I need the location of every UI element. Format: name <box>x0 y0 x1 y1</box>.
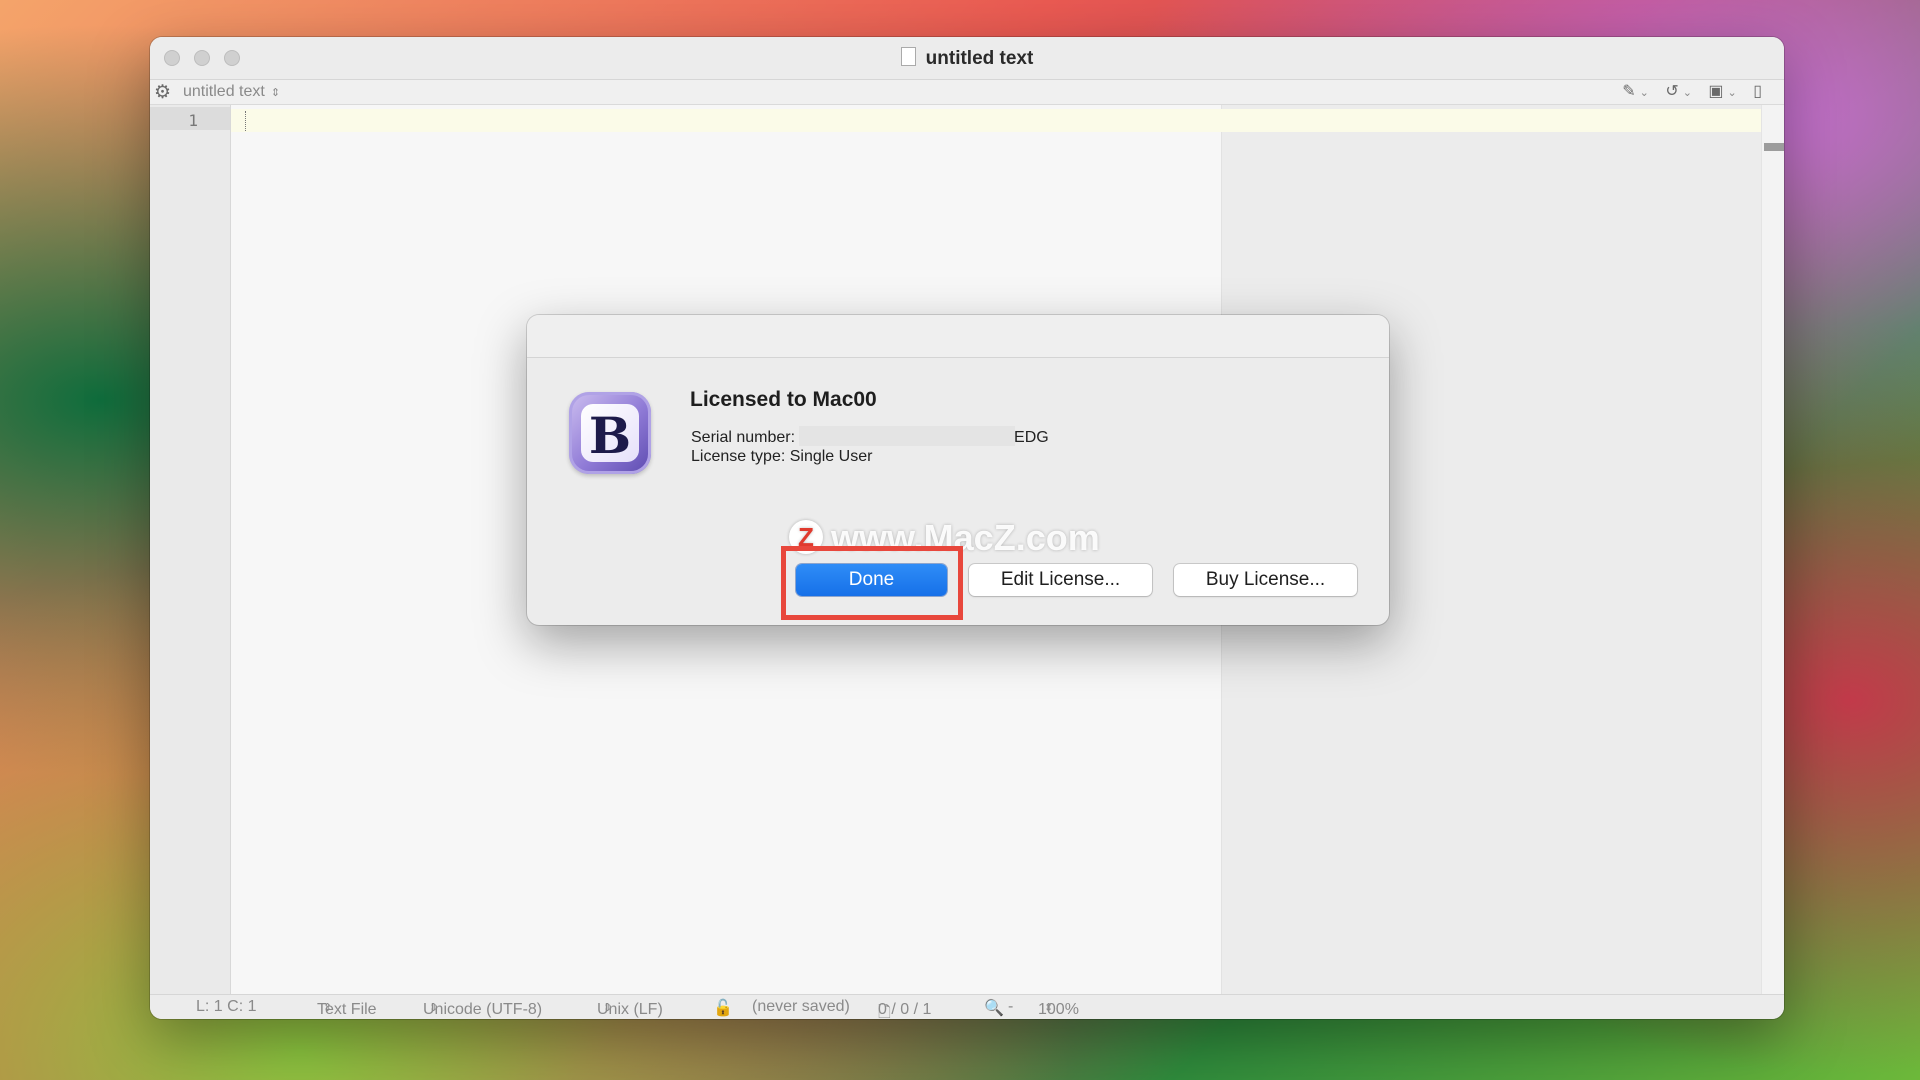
scrollbar-thumb[interactable] <box>1764 143 1784 151</box>
vertical-scrollbar[interactable] <box>1761 105 1784 995</box>
current-line-highlight <box>231 109 1762 132</box>
document-selector-label: untitled text <box>183 83 265 100</box>
line-number: 1 <box>188 111 198 130</box>
chevron-down-icon: ⌄ <box>1727 87 1737 99</box>
document-selector[interactable]: untitled text ⇕ <box>183 83 280 101</box>
annotation-highlight-box <box>781 546 963 620</box>
updown-icon: ⇕ <box>429 1002 439 1014</box>
navigation-bar: ⚙ untitled text ⇕ ✎ ⌄ ↺ ⌄ ▣ ⌄ ▯ <box>150 80 1784 105</box>
gear-icon[interactable]: ⚙ <box>154 81 171 104</box>
serial-number-redacted <box>799 426 1016 446</box>
new-document-icon[interactable]: ▯ <box>1753 83 1762 100</box>
stack-icon[interactable]: ▣ ⌄ <box>1708 83 1736 100</box>
cursor-position[interactable]: L: 1 C: 1 <box>196 998 256 1016</box>
document-icon <box>900 47 916 66</box>
chevron-down-icon: ⌄ <box>1682 87 1692 99</box>
encoding-label: Unicode (UTF-8) <box>423 1001 543 1018</box>
zoom-out-button[interactable]: - <box>1008 998 1013 1016</box>
text-caret <box>245 111 247 131</box>
serial-number-label: Serial number: <box>691 429 796 446</box>
updown-icon: ⇕ <box>603 1002 613 1014</box>
dialog-header <box>527 315 1389 358</box>
window-title: untitled text <box>150 47 1784 70</box>
history-icon[interactable]: ↺ ⌄ <box>1665 83 1692 100</box>
updown-icon: ⇕ <box>270 87 281 99</box>
app-icon-letter: B <box>588 406 632 465</box>
lock-icon[interactable]: 🔓 <box>713 998 733 1018</box>
document-counts-value: 0 / 0 / 1 <box>878 1001 932 1018</box>
zoom-icon[interactable]: 🔍 <box>984 998 1004 1018</box>
updown-icon: ⇕ <box>1044 1002 1054 1014</box>
app-icon-inner: B <box>581 404 639 465</box>
license-type: License type: Single User <box>691 448 873 465</box>
pencil-icon[interactable]: ✎ ⌄ <box>1622 83 1649 100</box>
toolbar-actions: ✎ ⌄ ↺ ⌄ ▣ ⌄ ▯ <box>1610 81 1762 101</box>
bbedit-app-icon: B <box>569 392 651 474</box>
save-state: (never saved) <box>752 998 850 1015</box>
chevron-down-icon: ⌄ <box>1639 87 1649 99</box>
edit-license-button[interactable]: Edit License... <box>969 564 1152 596</box>
title-bar: untitled text <box>150 37 1784 80</box>
status-bar: L: 1 C: 1 Text File ⇕ Unicode (UTF-8) ⇕ Un… <box>150 994 1784 1019</box>
window-title-text: untitled text <box>925 48 1034 69</box>
serial-number-row: Serial number: EDG <box>691 426 1049 447</box>
updown-icon: ⇕ <box>323 1002 333 1014</box>
serial-number-suffix: EDG <box>1014 429 1049 446</box>
license-title: Licensed to Mac00 <box>690 388 877 411</box>
line-number-gutter: 1 <box>150 105 231 995</box>
buy-license-button[interactable]: Buy License... <box>1174 564 1357 596</box>
